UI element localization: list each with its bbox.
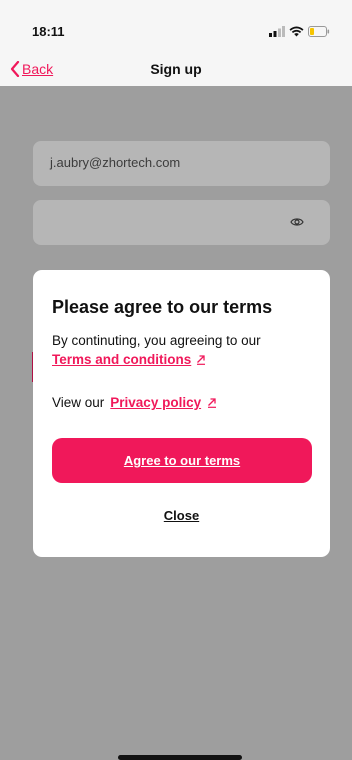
privacy-row: View our Privacy policy — [52, 395, 217, 410]
email-field[interactable]: j.aubry@zhortech.com — [33, 141, 330, 186]
battery-icon — [308, 26, 330, 37]
close-button[interactable]: Close — [33, 508, 330, 523]
external-link-icon — [197, 355, 206, 365]
privacy-prefix: View our — [52, 395, 105, 410]
top-bar: 18:11 Back Sign up — [0, 0, 352, 86]
status-icons — [269, 26, 330, 37]
agree-button[interactable]: Agree to our terms — [52, 438, 312, 483]
eye-icon[interactable] — [290, 216, 304, 228]
password-field[interactable] — [33, 200, 330, 245]
privacy-link[interactable]: Privacy policy — [110, 395, 201, 410]
wifi-icon — [289, 26, 304, 37]
screen: 18:11 Back Sign up j.aubry@zhortech.com … — [0, 0, 352, 760]
email-value: j.aubry@zhortech.com — [50, 155, 181, 170]
terms-link-row: Terms and conditions — [52, 352, 206, 367]
status-time: 18:11 — [32, 24, 65, 39]
modal-description: By continuting, you agreeing to our — [52, 333, 261, 348]
modal-title: Please agree to our terms — [52, 297, 273, 317]
terms-modal: Please agree to our terms By continuting… — [33, 270, 330, 557]
external-link-icon — [208, 398, 217, 408]
home-indicator[interactable] — [118, 755, 242, 760]
terms-link[interactable]: Terms and conditions — [52, 352, 191, 367]
page-title: Sign up — [150, 61, 202, 77]
signal-icon — [269, 26, 285, 37]
